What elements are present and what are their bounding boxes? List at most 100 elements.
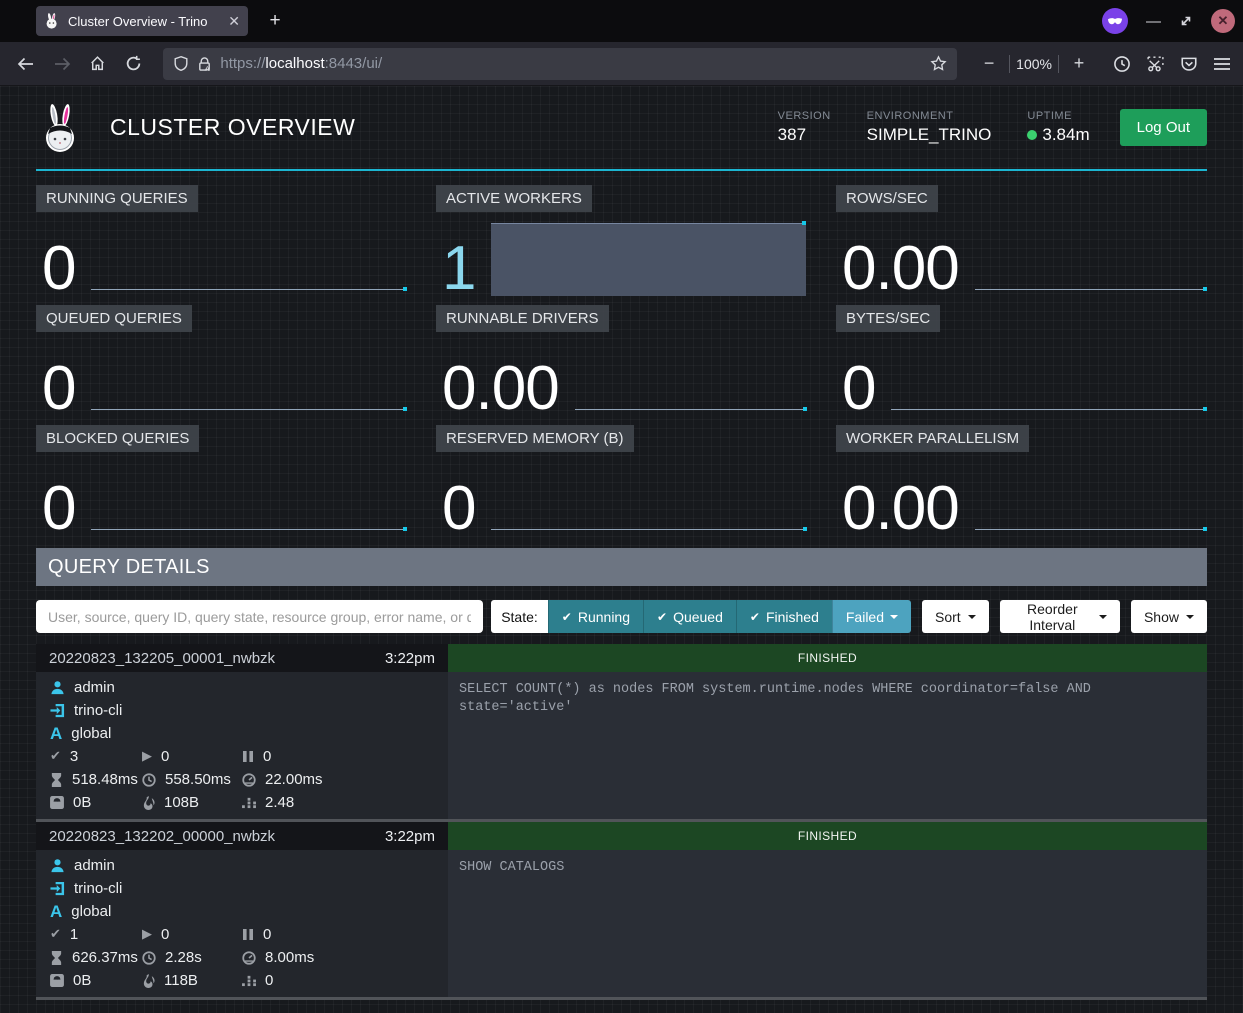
query-time: 3:22pm	[385, 650, 435, 667]
uptime-value: 3.84m	[1042, 125, 1089, 145]
zoom-in-button[interactable]: +	[1065, 50, 1093, 78]
stat-tile-active-workers: ACTIVE WORKERS 1	[436, 185, 807, 297]
query-resource-group: global	[71, 725, 111, 742]
zoom-level[interactable]: 100%	[1016, 56, 1052, 72]
query-sql-text: SHOW CATALOGS	[448, 850, 1207, 997]
bookmark-star-icon[interactable]	[930, 55, 947, 72]
cumulative-memory-bars-icon	[242, 796, 256, 809]
query-status-badge: FINISHED	[448, 822, 1207, 850]
execution-time-gauge-icon	[242, 951, 256, 965]
tracking-shield-icon[interactable]	[173, 55, 189, 72]
url-text[interactable]: https://localhost:8443/ui/	[220, 55, 922, 72]
page-header: CLUSTER OVERVIEW VERSION 387 ENVIRONMENT…	[36, 86, 1207, 171]
running-splits: 0	[161, 748, 169, 765]
reload-button[interactable]	[120, 50, 148, 78]
chevron-down-icon	[968, 615, 976, 619]
window-minimize-button[interactable]: —	[1146, 13, 1161, 30]
home-button[interactable]	[84, 50, 112, 78]
tab-close-icon[interactable]: ✕	[228, 14, 240, 28]
stat-tile-reserved-memory: RESERVED MEMORY (B) 0	[436, 425, 807, 537]
sort-dropdown[interactable]: Sort	[922, 600, 989, 633]
pocket-icon[interactable]	[1180, 55, 1198, 73]
divider	[1009, 55, 1010, 73]
version-label: VERSION	[778, 110, 831, 122]
queued-splits: 0	[263, 748, 271, 765]
history-clock-icon[interactable]	[1113, 55, 1131, 73]
stat-tile-running-queries: RUNNING QUERIES 0	[36, 185, 407, 297]
peak-memory-fire-icon	[142, 974, 155, 988]
current-memory: 0B	[73, 794, 91, 811]
cpu-time: 2.28s	[165, 949, 202, 966]
resource-group-icon: A	[50, 726, 62, 741]
query-user: admin	[74, 857, 115, 874]
query-time: 3:22pm	[385, 828, 435, 845]
cpu-time-clock-icon	[142, 951, 156, 965]
uptime-label: UPTIME	[1027, 110, 1089, 122]
state-filter-failed-dropdown[interactable]: Failed	[832, 600, 911, 633]
query-source: trino-cli	[74, 880, 122, 897]
query-row: 20220823_132202_00000_nwbzk 3:22pm FINIS…	[36, 822, 1207, 1000]
resource-group-icon: A	[50, 904, 62, 919]
execution-time: 8.00ms	[265, 949, 314, 966]
query-search-input[interactable]	[36, 600, 483, 633]
chevron-down-icon	[1186, 615, 1194, 619]
cumulative-memory: 2.48	[265, 794, 294, 811]
wall-time-hourglass-icon	[50, 951, 63, 965]
browser-window: Cluster Overview - Trino ✕ + — ✕	[0, 0, 1243, 1013]
execution-time: 22.00ms	[265, 771, 323, 788]
back-button[interactable]	[12, 50, 40, 78]
wall-time: 626.37ms	[72, 949, 138, 966]
completed-splits: 1	[70, 926, 78, 943]
peak-memory: 108B	[164, 794, 199, 811]
wall-time: 518.48ms	[72, 771, 138, 788]
wall-time-hourglass-icon	[50, 773, 63, 787]
queued-splits-pause-icon	[242, 928, 254, 941]
window-close-button[interactable]: ✕	[1211, 9, 1235, 33]
cumulative-memory-bars-icon	[242, 974, 256, 987]
peak-memory: 118B	[164, 972, 198, 989]
sparkline-chart	[975, 289, 1206, 290]
query-sql-text: SELECT COUNT(*) as nodes FROM system.run…	[448, 672, 1207, 819]
stat-tile-queued-queries: QUEUED QUERIES 0	[36, 305, 407, 417]
query-user: admin	[74, 679, 115, 696]
running-splits: 0	[161, 926, 169, 943]
forward-button[interactable]	[48, 50, 76, 78]
query-status-badge: FINISHED	[448, 644, 1207, 672]
query-details-header: QUERY DETAILS	[36, 548, 1207, 586]
completed-splits-check-icon: ✔	[50, 749, 61, 764]
sparkline-chart	[975, 529, 1206, 530]
trino-favicon-icon	[44, 13, 60, 29]
query-id-link[interactable]: 20220823_132205_00001_nwbzk	[49, 650, 275, 667]
sparkline-chart	[891, 409, 1206, 410]
completed-splits: 3	[70, 748, 78, 765]
query-row: 20220823_132205_00001_nwbzk 3:22pm FINIS…	[36, 644, 1207, 822]
window-restore-button[interactable]	[1179, 14, 1193, 28]
peak-memory-fire-icon	[142, 796, 155, 810]
sparkline-chart	[575, 409, 806, 410]
user-icon	[50, 680, 65, 695]
show-dropdown[interactable]: Show	[1131, 600, 1207, 633]
page-title: CLUSTER OVERVIEW	[110, 114, 778, 141]
state-filter-finished-button[interactable]: ✔Finished	[736, 600, 832, 633]
completed-splits-check-icon: ✔	[50, 927, 61, 942]
lock-warning-icon[interactable]	[197, 56, 212, 72]
running-splits-play-icon: ▶	[142, 749, 152, 764]
url-bar[interactable]: https://localhost:8443/ui/	[163, 48, 957, 80]
screenshot-scissors-icon[interactable]	[1146, 55, 1165, 73]
menu-hamburger-icon[interactable]	[1213, 56, 1231, 72]
sparkline-area-chart	[491, 223, 806, 296]
trino-logo	[36, 102, 84, 154]
state-filter-label: State:	[491, 600, 548, 633]
tab-title: Cluster Overview - Trino	[68, 14, 220, 29]
state-filter-queued-button[interactable]: ✔Queued	[643, 600, 736, 633]
sparkline-chart	[91, 529, 406, 530]
state-filter-running-button[interactable]: ✔Running	[548, 600, 643, 633]
new-tab-button[interactable]: +	[262, 8, 288, 34]
logout-button[interactable]: Log Out	[1120, 109, 1207, 146]
stat-tile-rows-sec: ROWS/SEC 0.00	[836, 185, 1207, 297]
execution-time-gauge-icon	[242, 773, 256, 787]
zoom-out-button[interactable]: −	[975, 50, 1003, 78]
browser-tab[interactable]: Cluster Overview - Trino ✕	[36, 6, 248, 36]
query-id-link[interactable]: 20220823_132202_00000_nwbzk	[49, 828, 275, 845]
reorder-interval-dropdown[interactable]: Reorder Interval	[1000, 600, 1120, 633]
